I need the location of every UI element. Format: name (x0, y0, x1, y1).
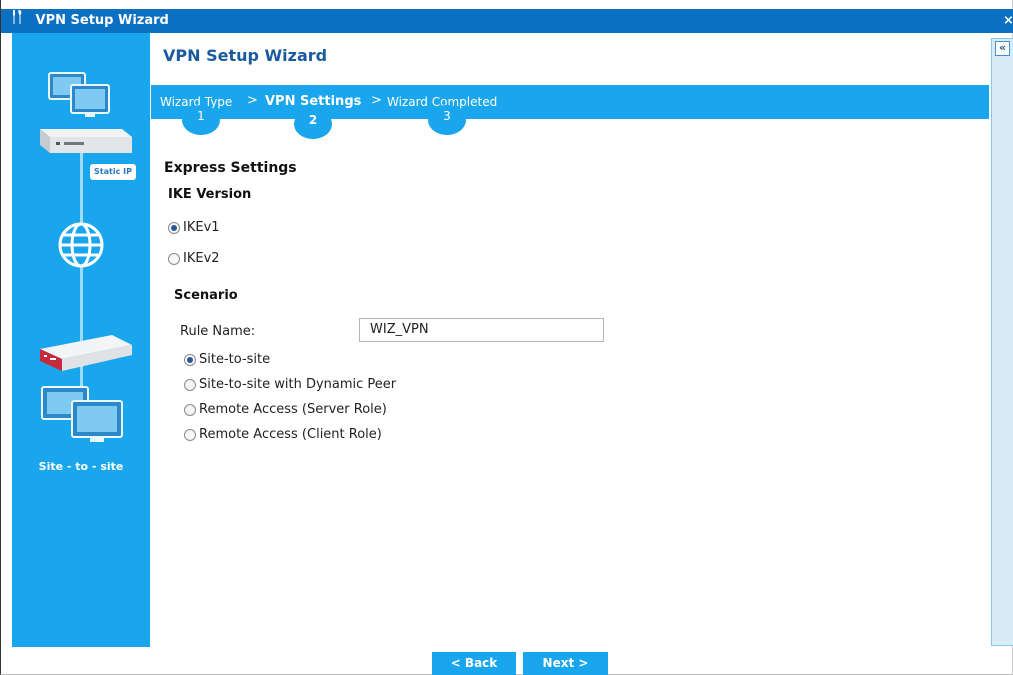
connection-line (80, 138, 83, 418)
radio-icon[interactable] (184, 378, 196, 391)
wizard-sidebar: Static IP Site - to - site (12, 33, 150, 647)
scenario-option-label: Site-to-site with Dynamic Peer (199, 377, 397, 392)
back-button[interactable]: < Back (432, 652, 516, 675)
ike-option-label: IKEv2 (183, 251, 220, 266)
step-separator: > (371, 93, 382, 108)
site-to-site-label: Site - to - site (38, 460, 124, 473)
wizard-step-bar: Wizard Type > VPN Settings > Wizard Comp… (151, 85, 989, 119)
step-number-1: 1 (182, 105, 220, 135)
radio-icon[interactable] (184, 353, 196, 366)
rule-name-label: Rule Name: (180, 324, 256, 339)
rule-name-input[interactable]: WIZ_VPN (359, 318, 604, 342)
computers-icon (41, 386, 123, 442)
scenario-option-label: Site-to-site (199, 352, 271, 367)
wizard-window: VPN Setup Wizard ⨯ Static IP Site - to -… (0, 0, 1013, 675)
globe-icon (58, 222, 104, 268)
step-number-2: 2 (294, 109, 332, 139)
static-ip-tag: Static IP (90, 164, 136, 180)
scenario-option-dynamic-peer[interactable]: Site-to-site with Dynamic Peer (184, 377, 396, 392)
tools-icon (9, 9, 27, 34)
router-icon (40, 129, 132, 153)
title-bar: VPN Setup Wizard ⨯ (1, 9, 1013, 33)
next-button[interactable]: Next > (523, 652, 608, 675)
radio-icon[interactable] (184, 428, 196, 441)
scenario-option-label: Remote Access (Server Role) (199, 402, 387, 417)
window-title: VPN Setup Wizard (35, 13, 169, 28)
scenario-option-label: Remote Access (Client Role) (199, 427, 382, 442)
step-label-vpn-settings: VPN Settings (265, 94, 362, 109)
scenario-option-site-to-site[interactable]: Site-to-site (184, 352, 270, 367)
express-settings-heading: Express Settings (164, 160, 297, 176)
step-number-3: 3 (428, 105, 466, 135)
close-icon[interactable]: ⨯ (1003, 9, 1013, 33)
router-red-icon (40, 335, 132, 371)
computers-icon (48, 72, 110, 117)
ike-option-ikev1[interactable]: IKEv1 (168, 220, 220, 235)
radio-icon[interactable] (168, 252, 180, 265)
right-panel-rail: « (991, 38, 1013, 646)
ike-option-ikev2[interactable]: IKEv2 (168, 251, 220, 266)
radio-icon[interactable] (168, 221, 180, 234)
radio-icon[interactable] (184, 403, 196, 416)
scenario-heading: Scenario (174, 288, 238, 303)
ike-option-label: IKEv1 (183, 220, 220, 235)
scenario-option-remote-client[interactable]: Remote Access (Client Role) (184, 427, 382, 442)
scenario-option-remote-server[interactable]: Remote Access (Server Role) (184, 402, 387, 417)
wizard-footer: < Back Next > (151, 647, 989, 675)
page-title: VPN Setup Wizard (163, 46, 328, 65)
collapse-icon[interactable]: « (995, 41, 1010, 56)
step-separator: > (247, 93, 258, 108)
ike-version-heading: IKE Version (168, 187, 252, 202)
